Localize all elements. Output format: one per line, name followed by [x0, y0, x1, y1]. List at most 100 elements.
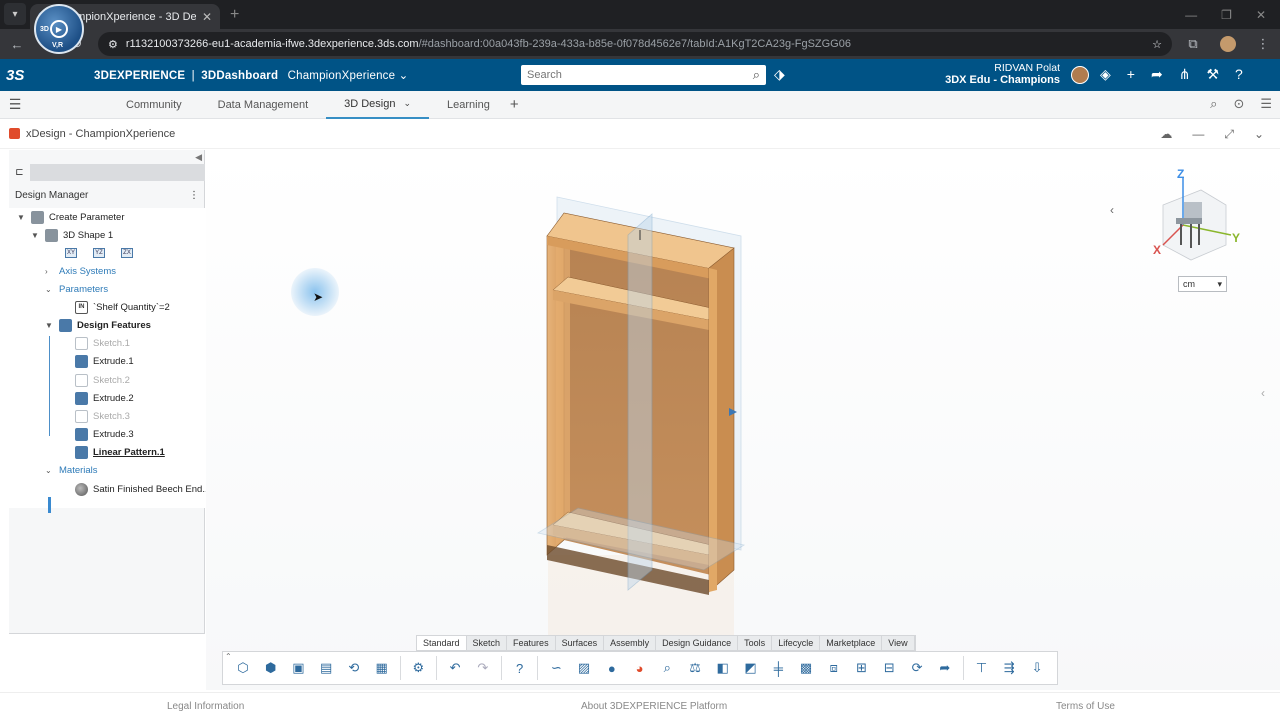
search-field[interactable]: ⌕ — [521, 65, 766, 85]
tree-node-create-parameter[interactable]: ▼ Create Parameter — [17, 209, 125, 225]
tab-marketplace[interactable]: Marketplace — [820, 636, 883, 650]
expand-arrow-icon[interactable]: ▼ — [45, 321, 54, 330]
cabinet-model[interactable]: Z Y X — [206, 150, 1280, 690]
import-icon[interactable]: ⇩ — [1027, 658, 1047, 678]
tree-node-3d-shape[interactable]: ▼ 3D Shape 1 — [31, 227, 113, 243]
chevron-down-icon[interactable]: ⌄ — [403, 98, 411, 109]
collapse-panel-icon[interactable]: ◀ — [195, 152, 202, 163]
tab-design-guidance[interactable]: Design Guidance — [656, 636, 739, 650]
help-icon[interactable]: ? — [510, 658, 530, 678]
sync-icon[interactable]: ⟳ — [907, 658, 927, 678]
close-tab-icon[interactable]: ✕ — [202, 10, 212, 24]
restore-window-icon[interactable]: ❐ — [1221, 8, 1232, 22]
tab-tools[interactable]: Tools — [738, 636, 773, 650]
view-cube[interactable] — [1162, 178, 1232, 261]
section-icon[interactable]: ◧ — [713, 658, 733, 678]
tab-standard[interactable]: Standard — [417, 636, 467, 650]
tree-node-design-features[interactable]: ▼ Design Features — [45, 317, 151, 333]
mass-properties-icon[interactable]: ⚖ — [685, 658, 705, 678]
search-icon[interactable]: ⌕ — [753, 67, 760, 83]
tree-node-materials[interactable]: ⌄ Materials — [45, 462, 98, 478]
add-icon[interactable]: + — [1127, 66, 1135, 83]
minimize-icon[interactable]: — — [1192, 127, 1204, 142]
tree-node-sketch-3[interactable]: Sketch.3 — [75, 408, 130, 424]
toolbar-collapse-icon[interactable]: ⌃ — [225, 652, 232, 661]
chevron-down-icon[interactable]: ⌄ — [1254, 127, 1264, 142]
table-icon[interactable]: ⊟ — [879, 658, 899, 678]
tab-learning[interactable]: Learning — [429, 91, 508, 119]
tree-node-extrude-3[interactable]: Extrude.3 — [75, 426, 134, 442]
render-icon[interactable]: ● — [602, 658, 622, 678]
export-icon[interactable]: ⇶ — [999, 658, 1019, 678]
tab-list-button[interactable]: ▾ — [4, 3, 26, 25]
expand-arrow-icon[interactable]: ⌄ — [45, 285, 54, 294]
new-tab-icon[interactable]: + — [230, 6, 239, 24]
zx-plane-icon[interactable]: ZX — [121, 248, 133, 258]
search-input[interactable] — [527, 69, 753, 81]
extensions-icon[interactable]: ⧉ — [1184, 36, 1202, 52]
tree-node-axis-systems[interactable]: › Axis Systems — [45, 263, 116, 279]
tree-node-sketch-1[interactable]: Sketch.1 — [75, 335, 130, 351]
user-menu[interactable]: RIDVAN Polat 3DX Edu - Champions — [930, 62, 1060, 86]
3d-viewport[interactable]: Z Y X — [206, 150, 1280, 690]
tree-node-parameters[interactable]: ⌄ Parameters — [45, 281, 108, 297]
open-icon[interactable]: ⬢ — [261, 658, 281, 678]
share-icon[interactable]: ➦ — [1151, 66, 1163, 83]
help-icon[interactable]: ? — [1235, 66, 1243, 83]
browser-menu-icon[interactable]: ⋮ — [1254, 36, 1272, 52]
tab-data-management[interactable]: Data Management — [200, 91, 327, 119]
image-icon[interactable]: ▨ — [574, 658, 594, 678]
legal-information-link[interactable]: Legal Information — [167, 701, 244, 712]
xy-plane-icon[interactable]: XY — [65, 248, 77, 258]
new-part-icon[interactable]: ⬡ — [233, 658, 253, 678]
lasso-icon[interactable]: ∽ — [546, 658, 566, 678]
save-all-icon[interactable]: ▤ — [316, 658, 336, 678]
tab-3d-design[interactable]: 3D Design ⌄ — [326, 91, 430, 119]
bookmark-star-icon[interactable]: ☆ — [1152, 38, 1162, 51]
align-icon[interactable]: ╪ — [768, 658, 788, 678]
parameter-icon[interactable]: ⧈ — [824, 658, 844, 678]
dashboard-menu-icon[interactable]: ☰ — [0, 96, 30, 113]
share-arrow-icon[interactable]: ➦ — [935, 658, 955, 678]
side-panel-chevron-icon[interactable]: ‹ — [1261, 386, 1265, 400]
profile-avatar[interactable] — [1220, 36, 1236, 52]
expand-arrow-icon[interactable]: ▼ — [17, 213, 26, 222]
expand-arrow-icon[interactable]: › — [45, 267, 54, 276]
measure-icon[interactable]: ⌕ — [657, 658, 677, 678]
address-bar[interactable]: ⚙ r1132100373266-eu1-academia-ifwe.3dexp… — [98, 32, 1172, 56]
pattern-icon[interactable]: ▩ — [796, 658, 816, 678]
toggle-view-icon[interactable]: ⊙ — [1233, 96, 1244, 112]
unit-selector[interactable]: cm ▾ — [1178, 276, 1227, 292]
expand-arrow-icon[interactable]: ▼ — [31, 231, 40, 240]
filter-icon[interactable]: ⊤ — [972, 658, 992, 678]
tree-node-sketch-2[interactable]: Sketch.2 — [75, 372, 130, 388]
redo-icon[interactable]: ↷ — [473, 658, 493, 678]
compass-button[interactable]: ▶ 3D V,R — [34, 4, 84, 54]
list-view-icon[interactable]: ☰ — [1260, 96, 1272, 112]
site-info-icon[interactable]: ⚙ — [108, 38, 118, 51]
tenant-selector[interactable]: ChampionXperience ⌄ — [288, 70, 409, 82]
social-icon[interactable]: ⋔ — [1179, 66, 1191, 83]
add-tab-icon[interactable]: + — [510, 96, 519, 113]
expand-arrow-icon[interactable]: ⌄ — [45, 466, 54, 475]
about-platform-link[interactable]: About 3DEXPERIENCE Platform — [581, 701, 727, 712]
tree-node-extrude-1[interactable]: Extrude.1 — [75, 353, 134, 369]
tree-node-linear-pattern[interactable]: Linear Pattern.1 — [75, 444, 165, 460]
settings-icon[interactable]: ⚙ — [408, 658, 428, 678]
minimize-window-icon[interactable]: — — [1185, 8, 1197, 22]
tab-view[interactable]: View — [882, 636, 915, 650]
tab-features[interactable]: Features — [507, 636, 556, 650]
chevron-left-icon[interactable]: ‹ — [1110, 203, 1114, 217]
tab-sketch[interactable]: Sketch — [467, 636, 508, 650]
color-wheel-icon[interactable]: ◕ — [630, 658, 650, 678]
terms-of-use-link[interactable]: Terms of Use — [1056, 701, 1115, 712]
notifications-icon[interactable]: ◈ — [1100, 66, 1111, 83]
tab-surfaces[interactable]: Surfaces — [556, 636, 605, 650]
analysis-icon[interactable]: ◩ — [741, 658, 761, 678]
properties-icon[interactable]: ▦ — [372, 658, 392, 678]
maximize-icon[interactable]: ⤢ — [1224, 127, 1234, 142]
yz-plane-icon[interactable]: YZ — [93, 248, 105, 258]
back-icon[interactable]: ← — [8, 37, 26, 52]
tab-assembly[interactable]: Assembly — [604, 636, 657, 650]
add-parameter-icon[interactable]: ⊞ — [852, 658, 872, 678]
